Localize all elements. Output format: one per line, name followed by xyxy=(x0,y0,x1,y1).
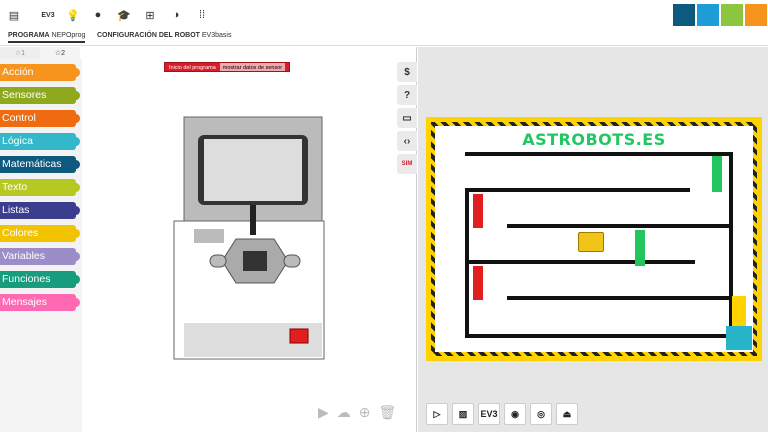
green-target xyxy=(635,230,645,266)
robot[interactable] xyxy=(578,232,604,252)
tab-program[interactable]: PROGRAMA NEPOprog xyxy=(8,32,86,43)
comment-icon[interactable]: ▭ xyxy=(397,108,417,128)
image-icon[interactable]: ▨ xyxy=(452,403,474,425)
cloud-upload-icon[interactable]: ☁ xyxy=(337,404,351,421)
red-obstacle xyxy=(473,194,483,228)
grid-icon[interactable]: ⊞ xyxy=(141,6,159,24)
start-block-label: Inicio del programa xyxy=(169,65,216,71)
sim-toolbar: ▷ ▨ EV3 ◉ ◎ ⏏ xyxy=(426,403,578,425)
play-icon[interactable]: ▷ xyxy=(426,403,448,425)
location-icon[interactable]: ◎ xyxy=(530,403,552,425)
tab-robot-config[interactable]: CONFIGURACIÓN DEL ROBOT EV3basis xyxy=(97,32,231,39)
green-target xyxy=(712,156,722,192)
toolbox-level-tabs: ☆1 ☆2 xyxy=(0,47,80,59)
graduation-cap-icon[interactable]: 🎓 xyxy=(115,6,133,24)
toolbox-category[interactable]: Lógica xyxy=(0,133,80,150)
blockly-workspace[interactable]: ☆1 ☆2 Acción Sensores Control Lógica Matemát… xyxy=(0,47,417,432)
nepo-logo xyxy=(673,4,767,26)
toolbox-tab-1[interactable]: ☆1 xyxy=(0,47,40,59)
help-button[interactable]: ? xyxy=(397,85,417,105)
yellow-marker xyxy=(732,296,746,330)
sensor-data-toggle[interactable]: mostrar datos de sensor xyxy=(219,63,286,71)
cyan-marker xyxy=(726,326,752,350)
wall xyxy=(465,260,695,264)
user-icon[interactable]: ● xyxy=(89,6,107,24)
start-block[interactable]: Inicio del programa mostrar datos de sen… xyxy=(164,62,291,72)
wall xyxy=(465,188,690,192)
ev3-config-button[interactable]: EV3 xyxy=(478,403,500,425)
code-dollar-button[interactable]: $ xyxy=(397,62,417,82)
toolbox-category[interactable]: Matemáticas xyxy=(0,156,80,173)
globe-icon[interactable]: ◑ xyxy=(167,6,185,24)
simulation-panel: ASTROBOTS.ES ▷ ▨ EV3 ◉ ◎ ⏏ xyxy=(418,47,768,432)
file-icon[interactable]: ▤ xyxy=(5,6,23,24)
toolbox-category[interactable]: Listas xyxy=(0,202,80,219)
workspace-tools: ▶ ☁ ⊕ 🗑 xyxy=(318,404,396,421)
sound-icon[interactable]: ◉ xyxy=(504,403,526,425)
wall xyxy=(465,334,733,338)
toolbox-category[interactable]: Variables xyxy=(0,248,80,265)
arena-field: ASTROBOTS.ES xyxy=(435,126,753,352)
ev3-icon[interactable]: EV3 xyxy=(37,6,59,24)
sim-button[interactable]: SIM xyxy=(397,154,417,174)
wall xyxy=(507,224,733,228)
zoom-icon[interactable]: ⊕ xyxy=(359,404,371,421)
toolbox-category[interactable]: Control xyxy=(0,110,80,127)
toolbox-category[interactable]: Colores xyxy=(0,225,80,242)
wall xyxy=(507,296,733,300)
top-bar: ▤ EV3 💡 ● 🎓 ⊞ ◑ ⁞⁞ xyxy=(0,0,768,30)
code-view-icon[interactable]: ‹› xyxy=(397,131,417,151)
red-obstacle xyxy=(473,266,483,300)
wall xyxy=(465,152,733,156)
toolbox-category[interactable]: Mensajes xyxy=(0,294,80,311)
toolbox-category[interactable]: Acción xyxy=(0,64,80,81)
ev3-brick-illustration xyxy=(173,116,325,360)
toolbox-category[interactable]: Funciones xyxy=(0,271,80,288)
apps-icon[interactable]: ⁞⁞ xyxy=(193,6,211,24)
arena: ASTROBOTS.ES xyxy=(426,117,762,361)
run-icon[interactable]: ▶ xyxy=(318,404,329,421)
reset-icon[interactable]: ⏏ xyxy=(556,403,578,425)
toolbox-category[interactable]: Texto xyxy=(0,179,80,196)
toolbox-tab-2[interactable]: ☆2 xyxy=(40,47,80,59)
trash-icon[interactable]: 🗑 xyxy=(379,404,397,421)
arena-title: ASTROBOTS.ES xyxy=(522,130,666,149)
lightbulb-icon[interactable]: 💡 xyxy=(64,6,82,24)
toolbox-category[interactable]: Sensores xyxy=(0,87,80,104)
main-tabs: PROGRAMA NEPOprog CONFIGURACIÓN DEL ROBO… xyxy=(0,30,768,46)
